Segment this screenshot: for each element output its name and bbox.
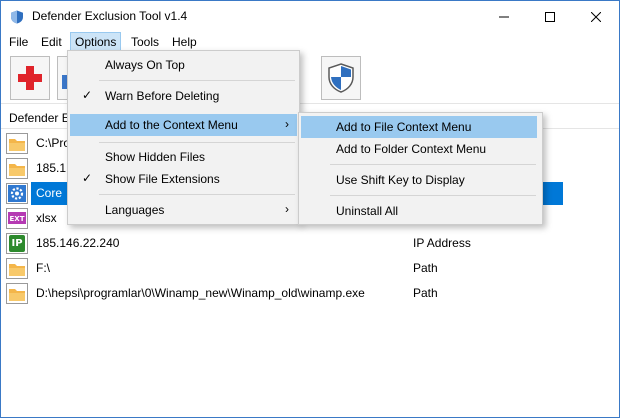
submenu-arrow-icon: › [285,202,289,216]
submenu-arrow-icon: › [285,117,289,131]
menu-item-languages[interactable]: Languages › [70,199,297,221]
menu-item-warn-before-deleting[interactable]: ✓ Warn Before Deleting [70,85,297,107]
item-type: Path [413,261,438,275]
shield-icon [328,63,354,93]
menu-separator [99,80,295,81]
partial-icon [62,75,67,89]
menu-separator [330,195,536,196]
menu-file[interactable]: File [9,34,28,50]
column-header-path[interactable]: Defender E [9,111,70,125]
menu-separator [99,142,295,143]
context-submenu: Add to File Context Menu Add to Folder C… [298,112,543,225]
gear-icon [5,182,29,205]
folder-icon [5,157,29,180]
list-item[interactable]: IP 185.146.22.240 IP Address [1,231,619,256]
maximize-button[interactable] [527,1,573,32]
menu-separator [99,194,295,195]
menu-options[interactable]: Options [70,32,122,52]
ext-badge: EXT [9,214,25,223]
menu-item-always-on-top[interactable]: Always On Top [70,54,297,76]
minimize-icon [499,16,509,17]
menu-help[interactable]: Help [172,34,197,50]
folder-icon [5,257,29,280]
menu-item-show-hidden-files[interactable]: Show Hidden Files [70,146,297,168]
menu-item-add-to-context-menu[interactable]: Add to the Context Menu › [70,114,297,136]
options-menu: Always On Top ✓ Warn Before Deleting Add… [67,50,300,225]
item-path: 185.1 [36,161,67,175]
menu-item-use-shift-key[interactable]: Use Shift Key to Display [301,169,537,191]
menu-item-add-to-file-context[interactable]: Add to File Context Menu [301,116,537,138]
list-item[interactable]: D:\hepsi\programlar\0\Winamp_new\Winamp_… [1,281,619,306]
app-icon [11,10,23,24]
item-path: Core [36,186,63,200]
menu-item-add-to-folder-context[interactable]: Add to Folder Context Menu [301,138,537,160]
menu-edit[interactable]: Edit [41,34,62,50]
minimize-button[interactable] [481,1,527,32]
menu-separator [330,164,536,165]
defender-button[interactable] [321,56,361,100]
plus-icon [18,66,42,90]
item-type: Path [413,286,438,300]
title-bar[interactable]: Defender Exclusion Tool v1.4 [1,1,619,32]
close-button[interactable] [573,1,619,32]
menu-item-show-file-extensions[interactable]: ✓ Show File Extensions [70,168,297,190]
folder-icon [5,282,29,305]
ext-icon: EXT [5,207,29,230]
item-path: F:\ [36,261,50,275]
ip-icon: IP [5,232,29,255]
ip-badge: IP [11,238,23,249]
folder-icon [5,132,29,155]
add-button[interactable] [10,56,50,100]
item-path: 185.146.22.240 [36,236,120,250]
menu-bar: File Edit Options Tools Help [1,32,619,52]
item-path: C:\Pro [36,136,71,150]
item-type: IP Address [413,236,471,250]
maximize-icon [545,11,555,22]
item-path: xlsx [36,211,57,225]
item-path: D:\hepsi\programlar\0\Winamp_new\Winamp_… [36,286,365,300]
check-icon: ✓ [82,171,93,185]
menu-tools[interactable]: Tools [131,34,159,50]
menu-item-uninstall-all[interactable]: Uninstall All [301,200,537,222]
check-icon: ✓ [82,88,93,102]
close-icon [591,11,601,22]
list-item[interactable]: F:\ Path [1,256,619,281]
window-title: Defender Exclusion Tool v1.4 [32,9,188,23]
